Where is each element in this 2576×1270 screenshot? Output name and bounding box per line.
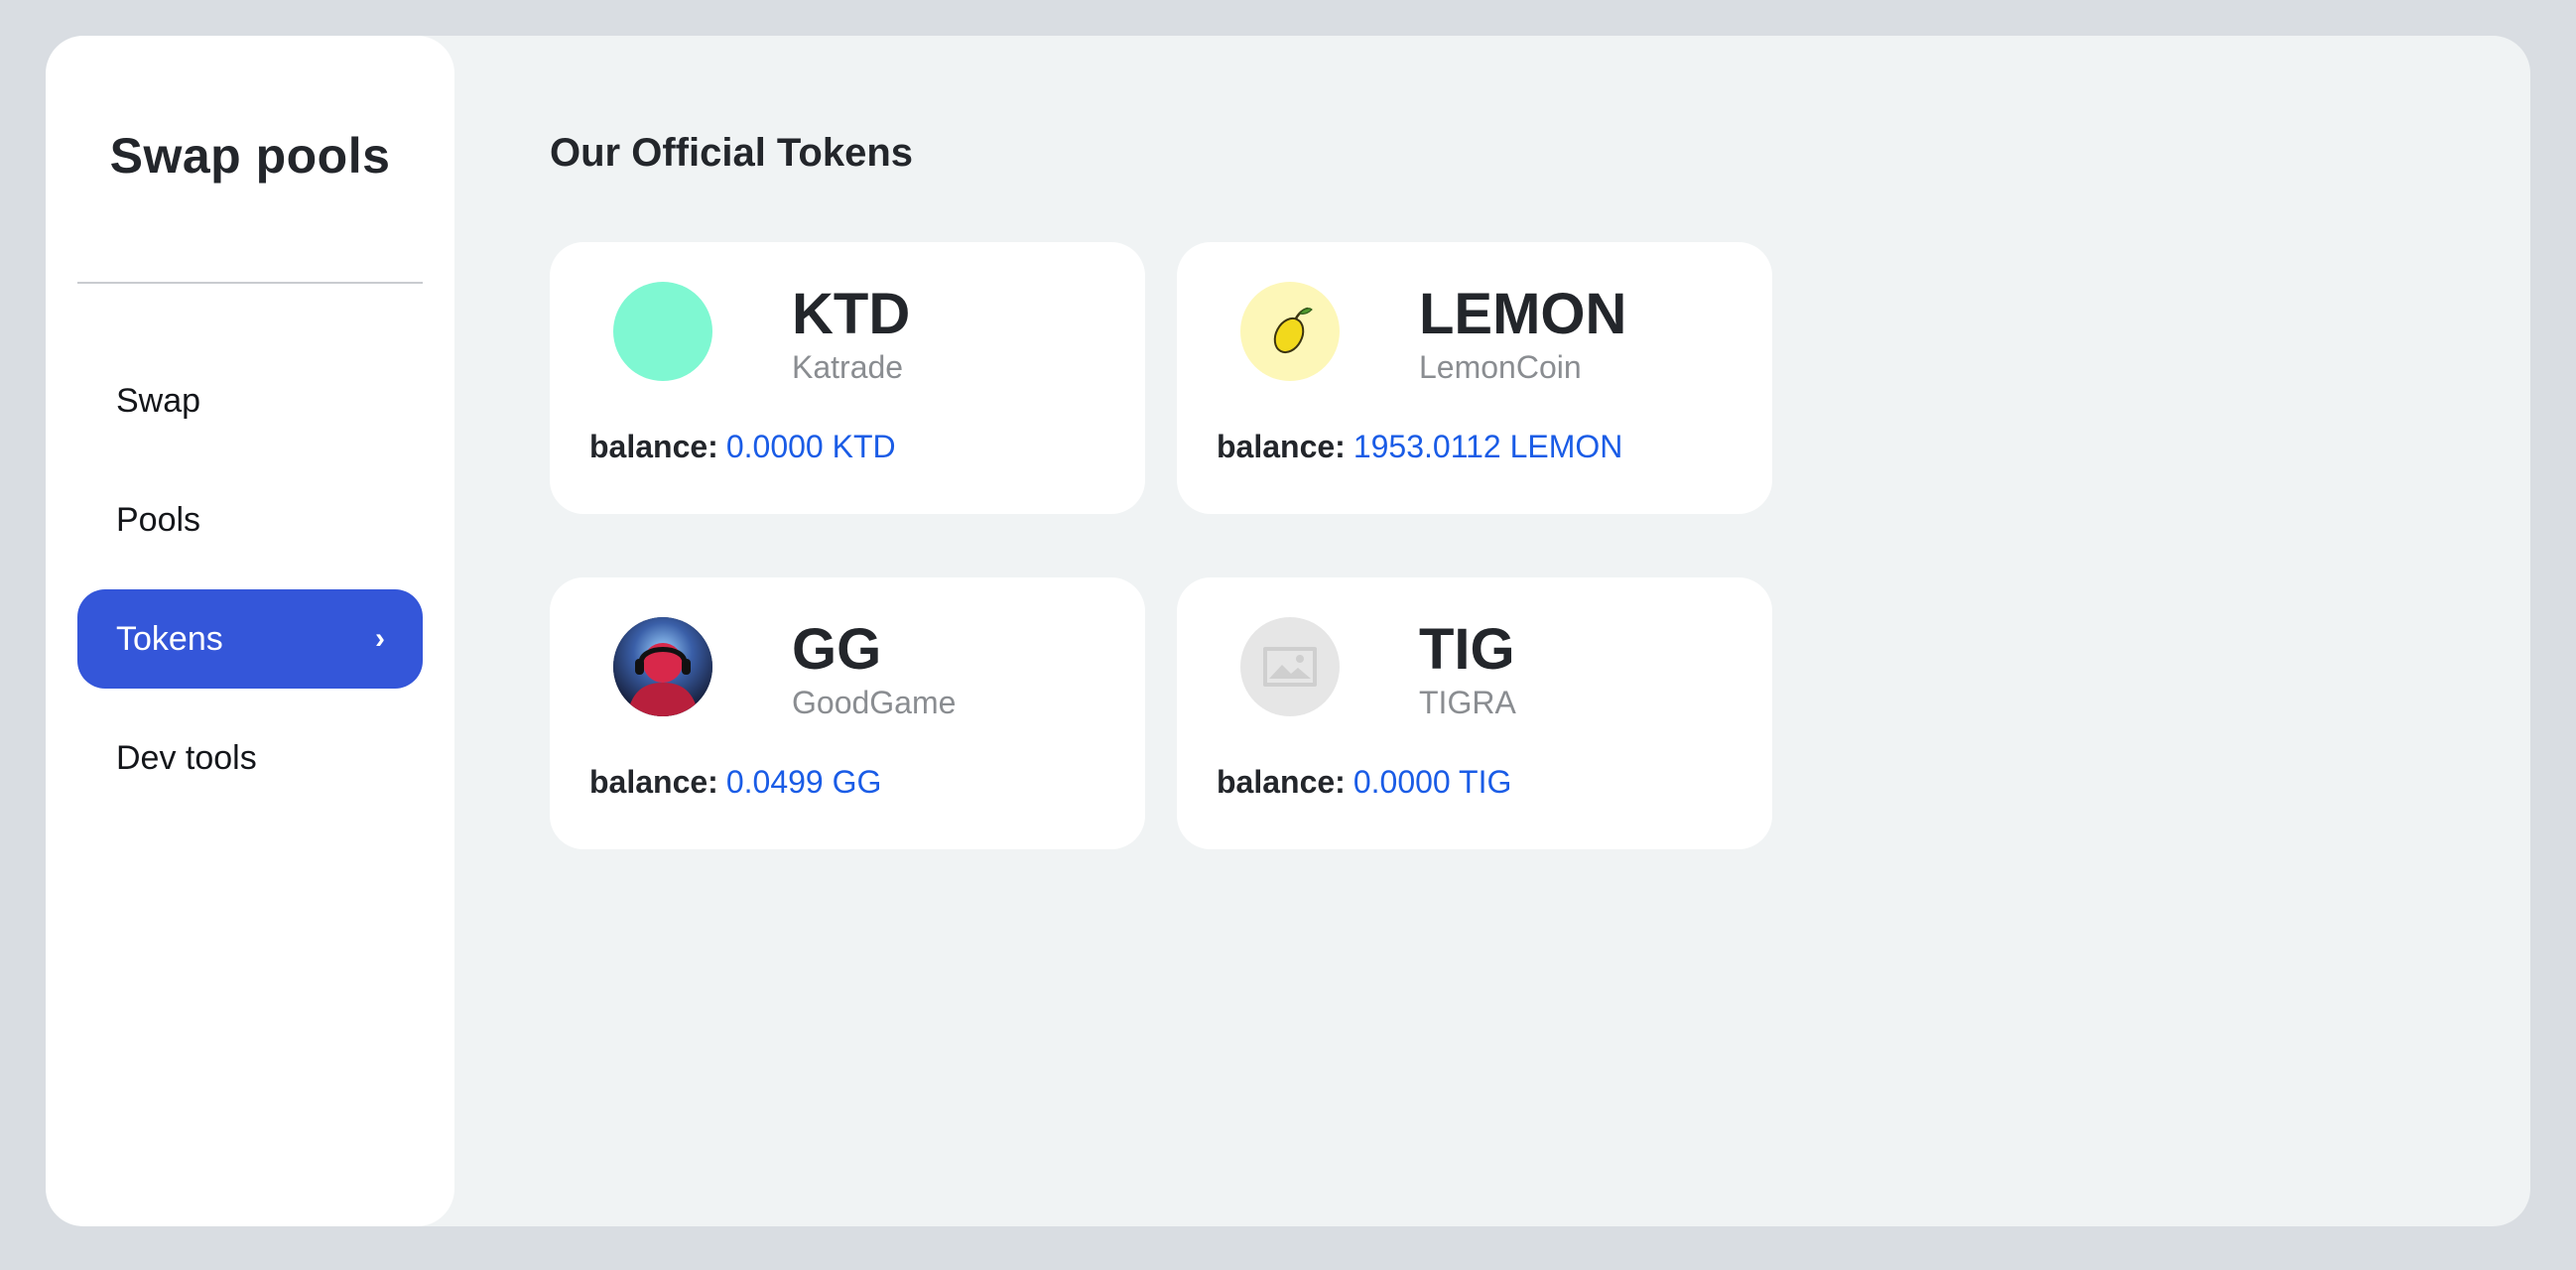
lemon-icon: [1240, 282, 1340, 381]
sidebar-item-swap[interactable]: Swap: [77, 351, 423, 450]
token-symbol: TIG: [1419, 617, 1515, 682]
token-balance: balance: 1953.0112 LEMON: [1217, 427, 1622, 466]
token-balance: balance: 0.0499 GG: [589, 762, 881, 802]
token-balance: balance: 0.0000 KTD: [589, 427, 896, 466]
token-symbol: LEMON: [1419, 282, 1627, 346]
token-symbol: KTD: [792, 282, 911, 346]
balance-label: balance:: [1217, 429, 1346, 464]
token-symbol: GG: [792, 617, 882, 682]
balance-label: balance:: [589, 764, 718, 800]
sidebar: Swap pools Swap Pools Tokens › Dev tools: [46, 36, 454, 1226]
balance-label: balance:: [589, 429, 718, 464]
balance-value: 0.0000 TIG: [1352, 764, 1512, 800]
app-window: Swap pools Swap Pools Tokens › Dev tools…: [46, 36, 2530, 1226]
token-card-ktd[interactable]: KTD Katrade balance: 0.0000 KTD: [550, 242, 1145, 514]
ktd-token-icon: [613, 282, 712, 381]
sidebar-item-label: Swap: [116, 381, 201, 420]
app-title: Swap pools: [109, 128, 391, 184]
token-card-tig[interactable]: TIG TIGRA balance: 0.0000 TIG: [1177, 577, 1772, 849]
token-card-gg[interactable]: GG GoodGame balance: 0.0499 GG: [550, 577, 1145, 849]
balance-label: balance:: [1217, 764, 1346, 800]
token-name: Katrade: [792, 349, 904, 385]
sidebar-item-tokens[interactable]: Tokens ›: [77, 589, 423, 689]
sidebar-item-label: Dev tools: [116, 738, 257, 777]
sidebar-item-label: Tokens: [116, 619, 223, 658]
token-name: GoodGame: [792, 685, 957, 720]
token-name: TIGRA: [1419, 685, 1516, 720]
sidebar-item-pools[interactable]: Pools: [77, 470, 423, 570]
chevron-right-icon: ›: [375, 622, 385, 655]
balance-value: 0.0000 KTD: [725, 429, 896, 464]
sidebar-divider: [77, 282, 423, 284]
token-name: LemonCoin: [1419, 349, 1582, 385]
image-placeholder-icon: [1240, 617, 1340, 716]
sidebar-item-dev-tools[interactable]: Dev tools: [77, 708, 423, 808]
balance-value: 1953.0112 LEMON: [1352, 429, 1623, 464]
section-title: Our Official Tokens: [550, 131, 913, 175]
balance-value: 0.0499 GG: [725, 764, 882, 800]
token-card-lemon[interactable]: LEMON LemonCoin balance: 1953.0112 LEMON: [1177, 242, 1772, 514]
token-balance: balance: 0.0000 TIG: [1217, 762, 1511, 802]
sidebar-item-label: Pools: [116, 500, 201, 539]
gamer-avatar-icon: [613, 617, 712, 716]
